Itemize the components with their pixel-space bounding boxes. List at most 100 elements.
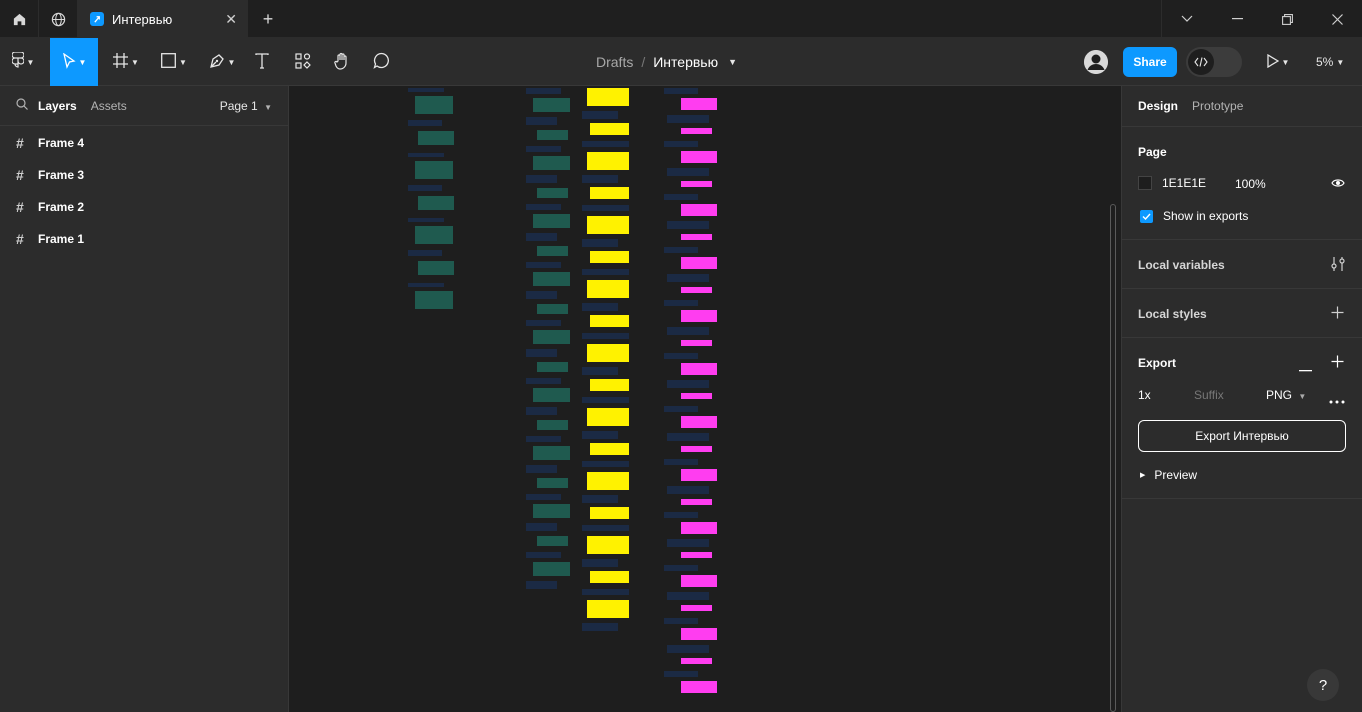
- canvas-note-thumbnail: [587, 472, 629, 490]
- canvas-frame-1[interactable]: [408, 86, 456, 314]
- canvas-note-thumbnail: [667, 592, 709, 600]
- close-tab-icon[interactable]: ✕: [225, 11, 237, 28]
- preview-toggle[interactable]: ▶ Preview: [1140, 468, 1197, 482]
- export-button[interactable]: Export Интервью: [1138, 420, 1346, 452]
- canvas-scrollbar[interactable]: [1110, 204, 1116, 712]
- file-tab[interactable]: Интервью ✕: [78, 0, 248, 38]
- page-color-hex[interactable]: 1E1E1E: [1162, 176, 1206, 190]
- home-icon[interactable]: [0, 0, 39, 38]
- canvas-note-thumbnail: [526, 291, 557, 299]
- canvas-note-thumbnail: [537, 420, 568, 430]
- shape-tool-button[interactable]: ▼: [154, 38, 194, 86]
- minus-icon[interactable]: [1299, 361, 1312, 375]
- export-format-dropdown[interactable]: PNG ▼: [1266, 388, 1306, 402]
- canvas-note-thumbnail: [415, 226, 453, 244]
- pen-tool-button[interactable]: ▼: [202, 38, 242, 86]
- export-scale[interactable]: 1x: [1138, 388, 1151, 402]
- canvas-frame-2[interactable]: [526, 86, 570, 598]
- canvas-note-thumbnail: [664, 353, 698, 359]
- canvas-note-thumbnail: [582, 141, 629, 147]
- tab-prototype[interactable]: Prototype: [1192, 99, 1243, 113]
- new-tab-button[interactable]: +: [248, 0, 288, 38]
- canvas-note-thumbnail: [537, 536, 568, 546]
- plus-icon[interactable]: [1331, 355, 1344, 371]
- canvas-note-thumbnail: [587, 152, 629, 170]
- more-options-icon[interactable]: [1329, 393, 1345, 407]
- present-button[interactable]: ▼: [1258, 38, 1298, 86]
- canvas-note-thumbnail: [533, 446, 570, 460]
- search-icon[interactable]: [16, 98, 28, 113]
- avatar[interactable]: [1084, 50, 1108, 74]
- page-opacity[interactable]: 100%: [1235, 177, 1266, 191]
- canvas-note-thumbnail: [526, 465, 557, 473]
- canvas-note-thumbnail: [681, 522, 717, 534]
- local-variables-label[interactable]: Local variables: [1138, 258, 1225, 272]
- layer-item-frame-1[interactable]: # Frame 1: [0, 223, 288, 255]
- tab-assets[interactable]: Assets: [91, 99, 127, 113]
- plus-icon[interactable]: [1331, 306, 1344, 322]
- hand-tool-button[interactable]: [329, 38, 355, 86]
- canvas-note-thumbnail: [526, 407, 557, 415]
- canvas-note-thumbnail: [667, 486, 709, 494]
- canvas-note-thumbnail: [681, 446, 712, 452]
- page-selector[interactable]: Page 1 ▼: [220, 99, 272, 113]
- text-tool-button[interactable]: [248, 38, 276, 86]
- sliders-icon[interactable]: [1331, 256, 1345, 275]
- page-color-swatch[interactable]: [1138, 176, 1152, 190]
- text-t-icon: [255, 52, 269, 72]
- chevron-down-icon[interactable]: ▼: [728, 57, 737, 67]
- canvas-note-thumbnail: [667, 433, 709, 441]
- restore-icon[interactable]: [1262, 0, 1312, 38]
- page-color-row[interactable]: 1E1E1E: [1138, 176, 1206, 190]
- community-globe-icon[interactable]: [39, 0, 78, 38]
- zoom-level: 5%: [1316, 55, 1334, 69]
- canvas-note-thumbnail: [533, 330, 570, 344]
- properties-panel: Design Prototype Page 1E1E1E 100% Show i…: [1121, 86, 1362, 712]
- move-tool-button[interactable]: ▼: [50, 38, 98, 86]
- close-window-icon[interactable]: [1312, 0, 1362, 38]
- breadcrumb-drafts-link[interactable]: Drafts: [596, 54, 633, 70]
- canvas-note-thumbnail: [537, 188, 568, 198]
- canvas-note-thumbnail: [408, 283, 444, 287]
- eye-icon[interactable]: [1331, 177, 1345, 191]
- resources-tool-button[interactable]: [290, 38, 316, 86]
- canvas-note-thumbnail: [408, 185, 442, 191]
- dev-mode-toggle[interactable]: [1186, 47, 1242, 77]
- chevron-down-icon[interactable]: [1162, 0, 1212, 38]
- canvas-note-thumbnail: [533, 562, 570, 576]
- canvas-note-thumbnail: [590, 379, 629, 391]
- tab-design[interactable]: Design: [1138, 99, 1178, 113]
- canvas[interactable]: [290, 86, 1121, 712]
- canvas-frame-4[interactable]: [664, 86, 720, 701]
- canvas-note-thumbnail: [667, 221, 709, 229]
- share-button[interactable]: Share: [1123, 47, 1177, 77]
- tab-layers[interactable]: Layers: [38, 99, 77, 113]
- canvas-note-thumbnail: [681, 234, 712, 240]
- page-section: Page 1E1E1E 100% Show in exports: [1122, 127, 1362, 240]
- file-title[interactable]: Интервью: [653, 54, 718, 70]
- show-in-exports-checkbox[interactable]: [1140, 209, 1153, 223]
- minimize-icon[interactable]: [1212, 0, 1262, 38]
- help-button[interactable]: ?: [1307, 669, 1339, 701]
- comment-tool-button[interactable]: [368, 38, 394, 86]
- show-in-exports-row[interactable]: Show in exports: [1140, 209, 1248, 223]
- hand-icon: [333, 52, 351, 73]
- layer-list: # Frame 4 # Frame 3 # Frame 2 # Frame 1: [0, 126, 288, 255]
- main-menu-button[interactable]: ▼: [0, 38, 46, 86]
- layer-item-frame-3[interactable]: # Frame 3: [0, 159, 288, 191]
- canvas-note-thumbnail: [408, 218, 444, 222]
- chevron-down-icon: ▼: [264, 102, 272, 112]
- layer-item-frame-2[interactable]: # Frame 2: [0, 191, 288, 223]
- zoom-dropdown[interactable]: 5% ▼: [1316, 38, 1344, 86]
- window-controls: [1161, 0, 1362, 38]
- layer-item-frame-4[interactable]: # Frame 4: [0, 127, 288, 159]
- canvas-note-thumbnail: [533, 214, 570, 228]
- frame-tool-button[interactable]: ▼: [106, 38, 146, 86]
- export-suffix-input[interactable]: Suffix: [1194, 388, 1224, 402]
- canvas-note-thumbnail: [681, 340, 712, 346]
- canvas-frame-3[interactable]: [582, 86, 634, 636]
- canvas-note-thumbnail: [664, 512, 698, 518]
- canvas-note-thumbnail: [533, 98, 570, 112]
- canvas-note-thumbnail: [408, 88, 444, 92]
- canvas-note-thumbnail: [582, 175, 618, 183]
